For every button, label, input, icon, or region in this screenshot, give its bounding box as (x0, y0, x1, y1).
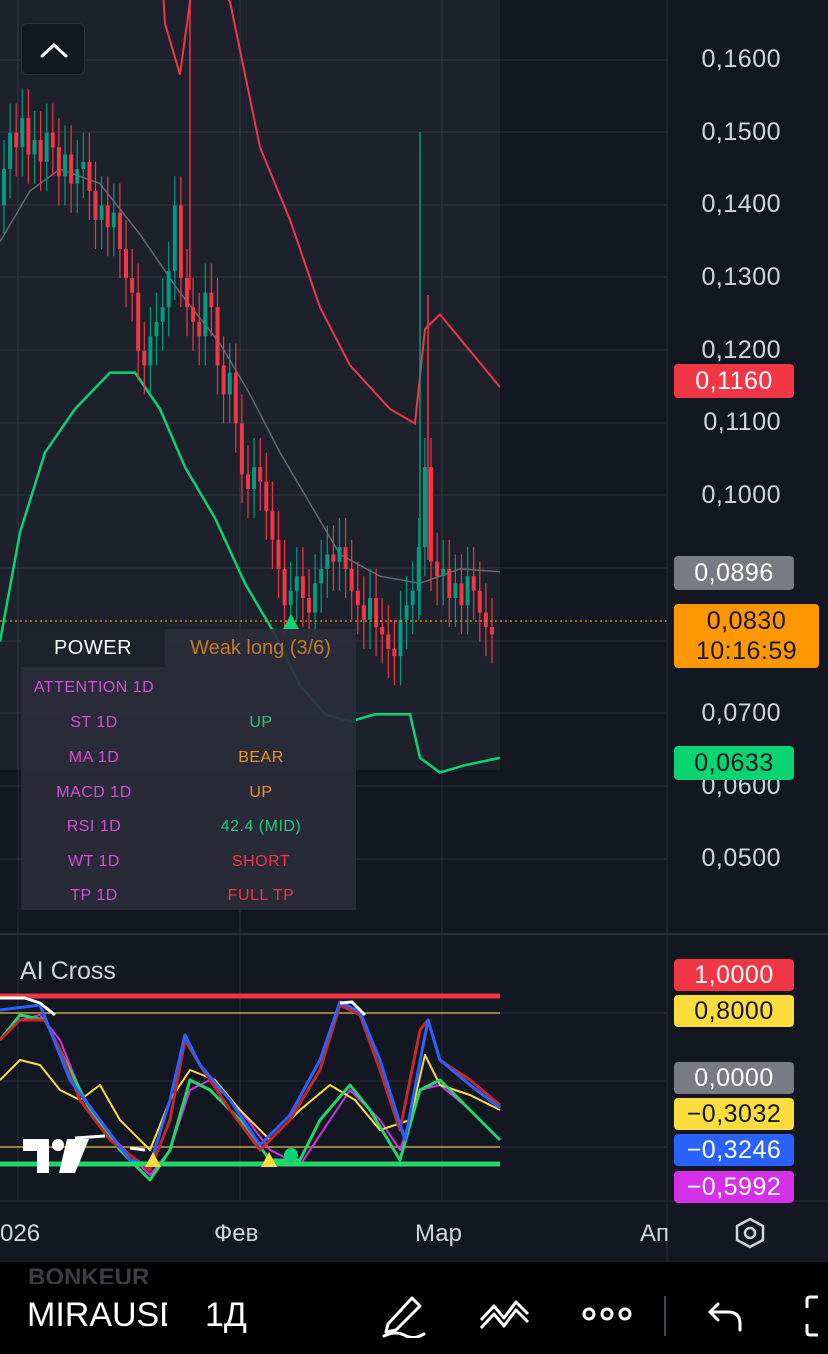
time-axis-label: Фев (214, 1220, 259, 1247)
price-axis-label: 0,0700 (701, 699, 781, 727)
row-label: ST 1D (70, 714, 118, 731)
last-price-tag: 0,0830 10:16:59 (674, 604, 819, 668)
bottom-toolbar: BONKEUR MIRAUSDT 1Д (0, 1262, 828, 1354)
osc-level-tag: 0,8000 (674, 995, 794, 1027)
basis-price-tag: 0,0896 (674, 556, 794, 590)
power-table: POWER Weak long (3/6) ATTENTION 1D ST 1D… (21, 629, 356, 910)
osc-level-tag: 1,0000 (674, 959, 794, 991)
tradingview-logo-icon (23, 1139, 89, 1173)
row-label: MA 1D (68, 749, 120, 766)
price-axis-label: 0,1600 (701, 45, 781, 73)
fullscreen-icon[interactable] (804, 1294, 828, 1338)
price-axis-label: 0,1400 (701, 190, 781, 218)
power-header: POWER (21, 629, 165, 667)
row-value: 42.4 (MID) (220, 818, 302, 835)
osc-value-tag: −0,3032 (674, 1098, 794, 1130)
price-axis-label: 0,1200 (701, 336, 781, 364)
pencil-icon[interactable] (380, 1290, 428, 1338)
price-axis-label: 0,1300 (701, 263, 781, 291)
signal-triangle-icon (145, 1152, 161, 1167)
time-axis-label: Ап (640, 1220, 670, 1247)
osc-value-tag: −0,5992 (674, 1171, 794, 1203)
power-signal: Weak long (3/6) (190, 637, 331, 659)
toolbar-divider (664, 1296, 666, 1336)
bar-countdown: 10:16:59 (695, 637, 798, 665)
indicator-title[interactable]: AI Cross (20, 957, 116, 986)
upper-band-price-tag: 0,1160 (674, 364, 794, 398)
row-value: SHORT (231, 853, 291, 870)
osc-value-tag: −0,3246 (674, 1134, 794, 1166)
time-axis-label: 026 (0, 1220, 41, 1247)
chevron-up-icon (40, 42, 68, 58)
undo-icon[interactable] (706, 1298, 746, 1332)
row-value: UP (249, 784, 273, 801)
row-label: RSI 1D (66, 818, 122, 835)
ghost-symbol: BONKEUR (28, 1264, 150, 1284)
price-axis-label: 0,1500 (701, 118, 781, 146)
row-value: FULL TP (227, 887, 295, 904)
attention-label: ATTENTION 1D (33, 679, 155, 696)
row-label: WT 1D (68, 853, 120, 870)
row-value: BEAR (238, 749, 284, 766)
settings-hexagon-icon[interactable] (733, 1216, 767, 1250)
signal-dot-icon (284, 1148, 298, 1162)
price-axis-label: 0,0500 (701, 844, 781, 872)
time-axis-label: Мар (415, 1220, 462, 1247)
price-axis-label: 0,1000 (701, 481, 781, 509)
row-label: TP 1D (70, 887, 118, 904)
more-icon[interactable] (580, 1304, 634, 1324)
symbol-button[interactable]: MIRAUSDT (27, 1296, 167, 1335)
last-price-value: 0,0830 (706, 607, 787, 635)
osc-level-tag: 0,0000 (674, 1062, 794, 1094)
indicators-icon[interactable] (478, 1296, 532, 1332)
row-value: UP (249, 714, 273, 731)
timeframe-button[interactable]: 1Д (205, 1296, 247, 1335)
price-axis-label: 0,1100 (703, 408, 781, 436)
row-label: MACD 1D (56, 784, 132, 801)
lower-band-price-tag: 0,0633 (674, 746, 794, 780)
collapse-button[interactable] (21, 23, 85, 75)
